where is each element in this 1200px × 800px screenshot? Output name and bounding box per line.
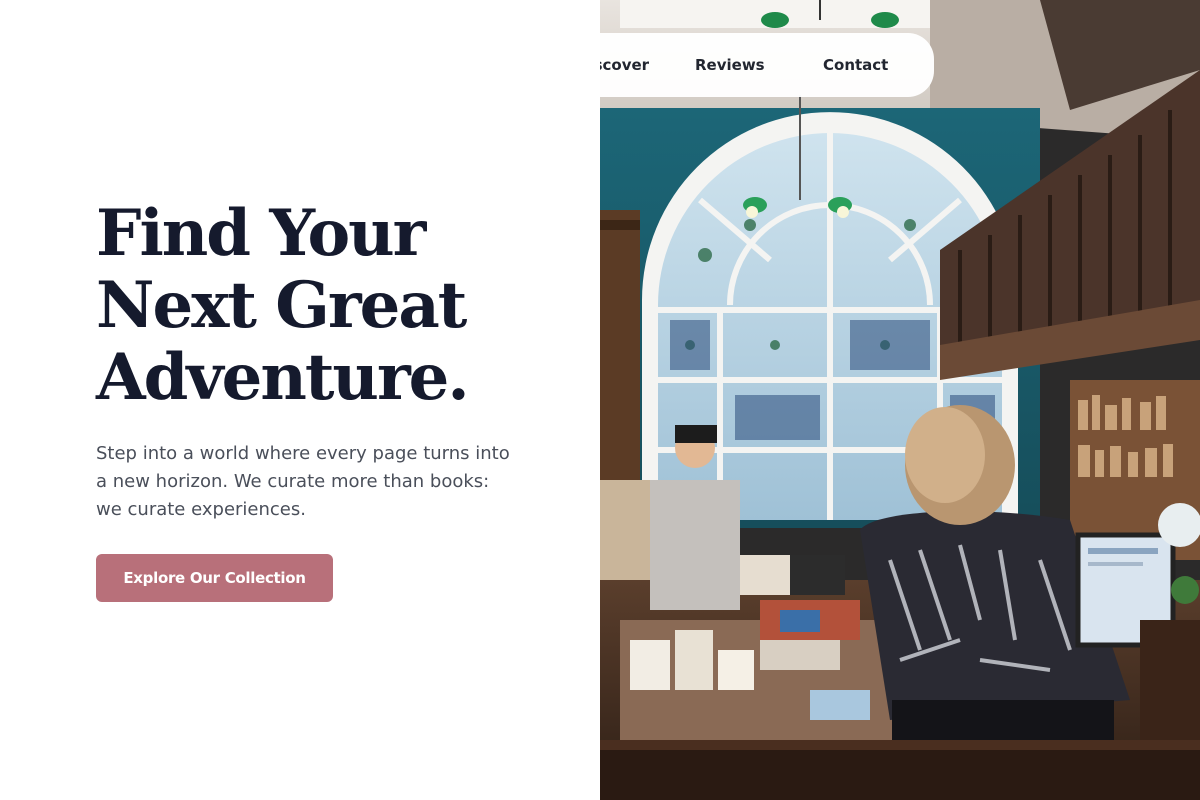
hero-heading-line-3: Adventure. bbox=[96, 340, 470, 415]
hero-heading: Find Your Next Great Adventure. bbox=[96, 198, 576, 414]
bookstore-interior-image bbox=[600, 0, 1200, 800]
hero-subtitle: Step into a world where every page turns… bbox=[96, 443, 510, 520]
hero-heading-line-2: Next Great bbox=[96, 268, 467, 343]
hero-text-panel: Find Your Next Great Adventure. Step int… bbox=[0, 0, 600, 800]
nav-link-discover[interactable]: Discover bbox=[600, 33, 649, 97]
nav-link-reviews[interactable]: Reviews bbox=[695, 33, 765, 97]
bookstore-photo bbox=[600, 0, 1200, 800]
explore-collection-button[interactable]: Explore Our Collection bbox=[96, 554, 333, 602]
top-navigation: Discover Reviews Contact bbox=[600, 33, 934, 97]
nav-link-contact[interactable]: Contact bbox=[823, 33, 888, 97]
hero-heading-line-1: Find Your bbox=[96, 196, 426, 271]
